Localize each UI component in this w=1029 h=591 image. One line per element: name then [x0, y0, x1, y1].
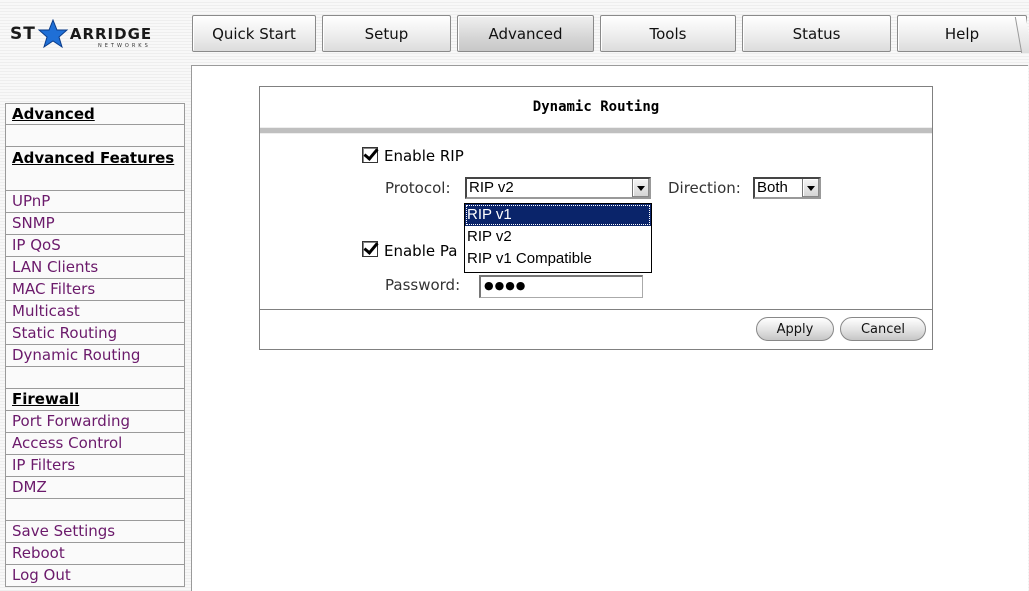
panel-divider — [260, 127, 932, 134]
direction-select[interactable]: Both — [753, 177, 821, 199]
tab-tools[interactable]: Tools — [600, 15, 736, 52]
password-field[interactable]: ●●●● — [479, 275, 643, 298]
tab-advanced[interactable]: Advanced — [457, 15, 594, 52]
tab-help[interactable]: Help — [897, 15, 1027, 52]
logo-text-left: ST — [10, 24, 36, 44]
star-icon — [37, 19, 68, 49]
panel-footer-divider — [260, 309, 932, 310]
enable-rip-label: Enable RIP — [384, 147, 464, 165]
starbridge-logo: ST ARRIDGE NETWORKS — [10, 14, 186, 54]
sidebar-item-static-routing[interactable]: Static Routing — [5, 323, 185, 345]
protocol-dropdown-list: RIP v1 RIP v2 RIP v1 Compatible — [464, 203, 652, 273]
sidebar-heading-advanced-features: Advanced Features — [5, 147, 185, 191]
sidebar-item-mac-filters[interactable]: MAC Filters — [5, 279, 185, 301]
protocol-option-rip-v1-compatible[interactable]: RIP v1 Compatible — [465, 248, 651, 270]
sidebar-item-save-settings[interactable]: Save Settings — [5, 521, 185, 543]
tab-status[interactable]: Status — [742, 15, 891, 52]
protocol-option-rip-v2[interactable]: RIP v2 — [465, 226, 651, 248]
sidebar-spacer — [5, 125, 185, 147]
sidebar-item-multicast[interactable]: Multicast — [5, 301, 185, 323]
sidebar: Advanced Advanced Features UPnP SNMP IP … — [5, 103, 185, 587]
sidebar-item-ip-filters[interactable]: IP Filters — [5, 455, 185, 477]
direction-label: Direction: — [668, 179, 741, 197]
sidebar-item-upnp[interactable]: UPnP — [5, 191, 185, 213]
protocol-select[interactable]: RIP v2 — [465, 177, 651, 199]
sidebar-heading-firewall: Firewall — [5, 389, 185, 411]
chevron-down-icon[interactable] — [632, 179, 649, 197]
logo-text-right: ARRIDGE — [69, 25, 153, 43]
enable-password-label: Enable Pa — [384, 242, 458, 260]
enable-rip-checkbox[interactable] — [362, 147, 378, 163]
logo-subtitle: NETWORKS — [98, 43, 151, 49]
sidebar-item-snmp[interactable]: SNMP — [5, 213, 185, 235]
password-label: Password: — [385, 276, 461, 294]
protocol-label: Protocol: — [385, 179, 451, 197]
sidebar-item-ip-qos[interactable]: IP QoS — [5, 235, 185, 257]
sidebar-item-reboot[interactable]: Reboot — [5, 543, 185, 565]
sidebar-item-dmz[interactable]: DMZ — [5, 477, 185, 499]
panel-title: Dynamic Routing — [532, 99, 660, 115]
apply-button[interactable]: Apply — [756, 317, 834, 341]
sidebar-item-access-control[interactable]: Access Control — [5, 433, 185, 455]
tab-setup[interactable]: Setup — [322, 15, 451, 52]
chevron-down-icon[interactable] — [802, 179, 819, 197]
enable-password-checkbox[interactable] — [362, 241, 378, 257]
tab-quick-start[interactable]: Quick Start — [192, 15, 316, 52]
top-nav-tabs: Quick Start Setup Advanced Tools Status … — [192, 15, 1029, 53]
cancel-button[interactable]: Cancel — [840, 317, 926, 341]
protocol-option-rip-v1[interactable]: RIP v1 — [465, 204, 651, 226]
protocol-select-value: RIP v2 — [469, 179, 514, 196]
sidebar-title: Advanced — [5, 103, 185, 125]
direction-select-value: Both — [757, 179, 788, 196]
sidebar-item-dynamic-routing[interactable]: Dynamic Routing — [5, 345, 185, 367]
sidebar-spacer — [5, 499, 185, 521]
sidebar-item-lan-clients[interactable]: LAN Clients — [5, 257, 185, 279]
sidebar-item-port-forwarding[interactable]: Port Forwarding — [5, 411, 185, 433]
sidebar-item-log-out[interactable]: Log Out — [5, 565, 185, 587]
sidebar-spacer — [5, 367, 185, 389]
